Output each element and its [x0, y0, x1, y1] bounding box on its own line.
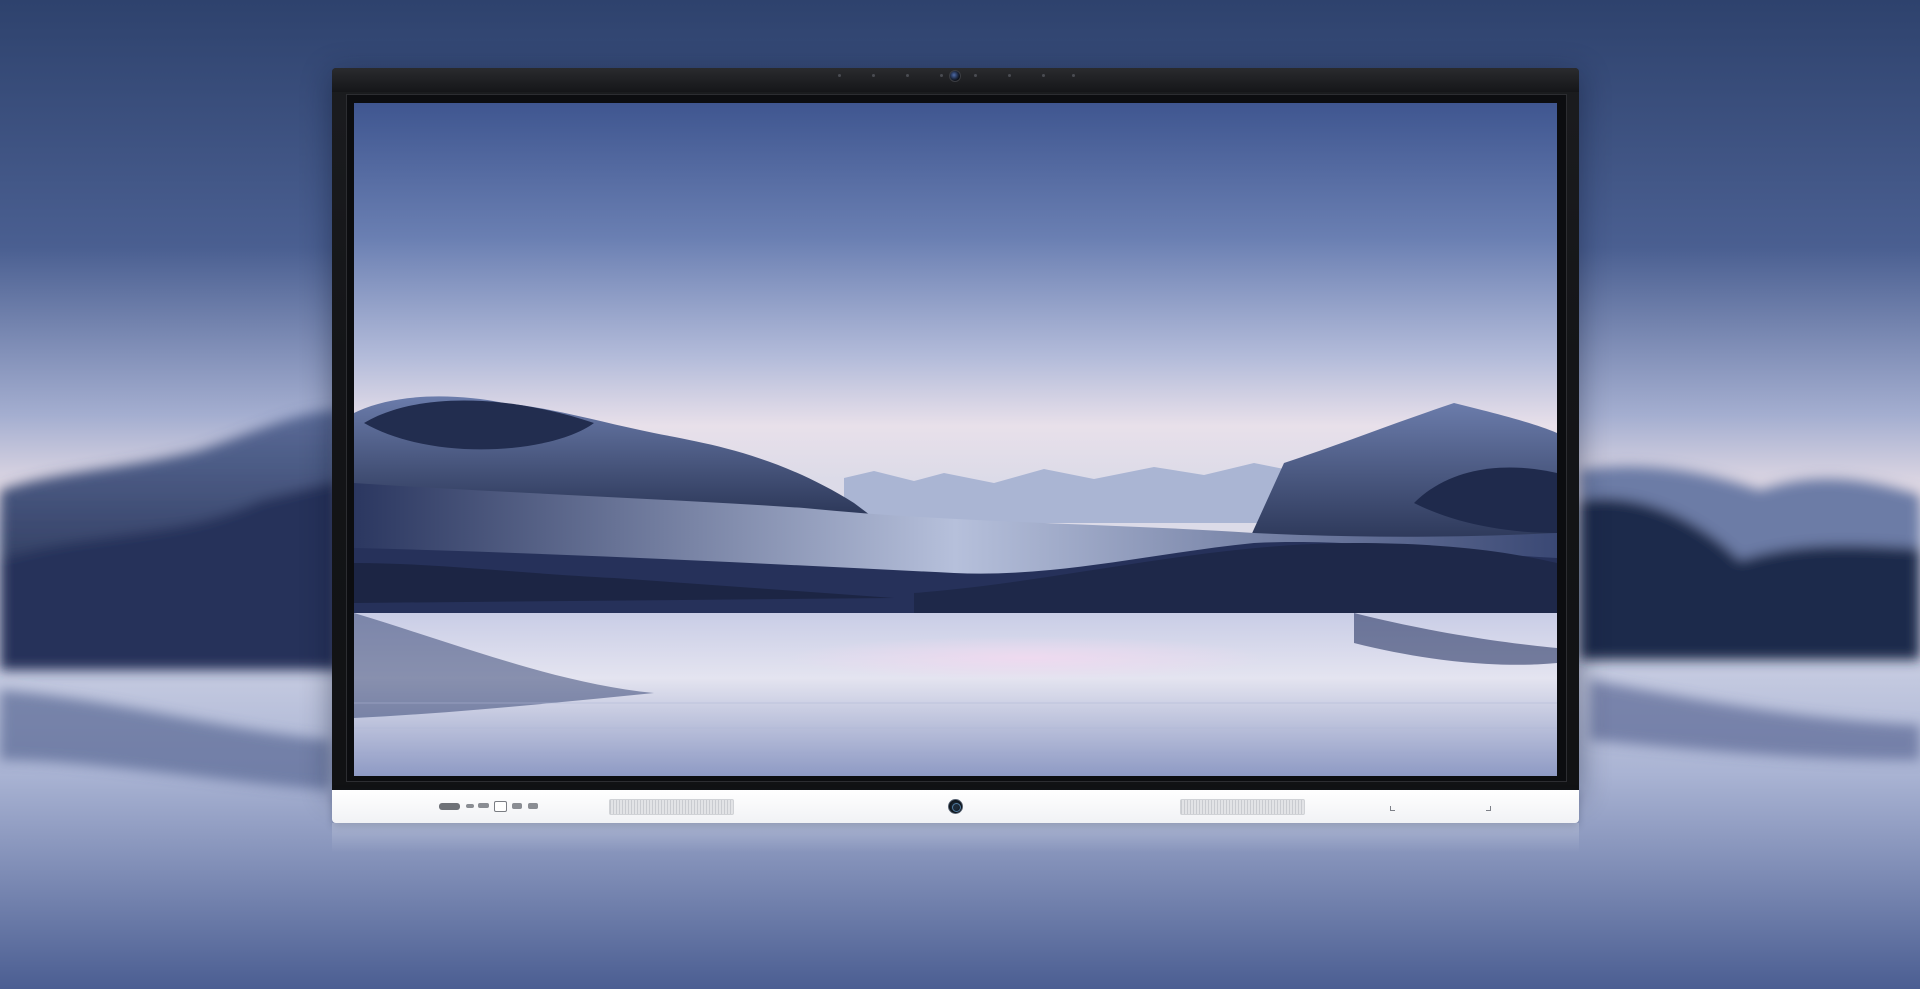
product-scene — [0, 0, 1920, 989]
mic-dot-icon — [906, 74, 909, 77]
mic-dot-icon — [974, 74, 977, 77]
power-button-icon[interactable] — [948, 799, 963, 814]
usb-port-icon — [528, 803, 538, 809]
interactive-display — [332, 68, 1579, 823]
mic-dot-icon — [940, 74, 943, 77]
touch-port-icon — [494, 801, 507, 812]
mic-dot-icon — [872, 74, 875, 77]
usb-port-icon — [512, 803, 522, 809]
bezel-top-bar — [332, 68, 1579, 92]
usb-a-port-icon — [466, 804, 474, 808]
speaker-grille-right — [1180, 799, 1305, 815]
mic-dot-icon — [1008, 74, 1011, 77]
screen-wallpaper — [354, 103, 1557, 776]
hdmi-port-icon — [478, 803, 489, 808]
mic-dot-icon — [1042, 74, 1045, 77]
display-bezel — [332, 68, 1579, 790]
speaker-grille-left — [609, 799, 734, 815]
corner-bracket-icon — [1486, 806, 1491, 811]
usb-c-port-icon — [439, 803, 460, 810]
corner-bracket-icon — [1390, 806, 1395, 811]
mic-dot-icon — [838, 74, 841, 77]
display-chin — [332, 790, 1579, 823]
webcam-icon — [949, 70, 961, 82]
mic-dot-icon — [1072, 74, 1075, 77]
